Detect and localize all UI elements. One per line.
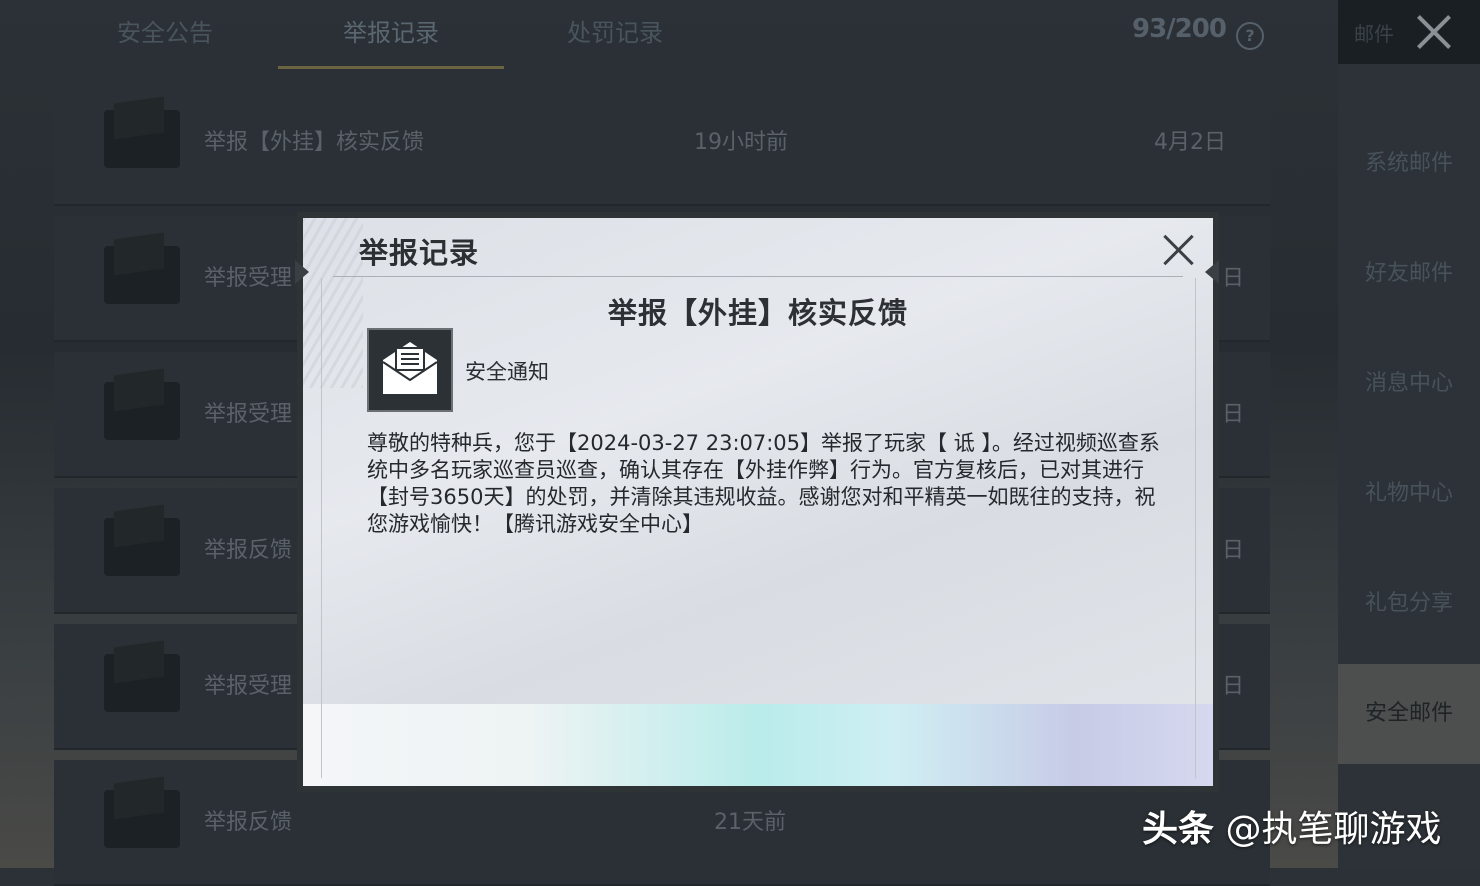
side-item-security-mail[interactable]: 安全邮件 <box>1338 664 1480 764</box>
tab-report-records[interactable]: 举报记录 <box>278 0 504 69</box>
message-subject: 举报【外挂】核实反馈 <box>607 296 908 330</box>
envelope-icon <box>104 382 180 440</box>
envelope-icon <box>104 790 180 848</box>
list-item-date: 日 <box>1222 674 1245 699</box>
dialog-title: 举报记录 <box>359 236 480 270</box>
envelope-icon <box>104 246 180 304</box>
list-item-date: 4月2日 <box>1154 130 1226 155</box>
list-item-title: 举报受理 <box>204 674 293 699</box>
watermark: 头条 @执笔聊游戏 <box>1142 800 1441 852</box>
watermark-handle: @执笔聊游戏 <box>1225 809 1442 850</box>
side-item-friend-mail[interactable]: 好友邮件 <box>1338 224 1480 324</box>
list-item-title: 举报【外挂】核实反馈 <box>204 130 425 155</box>
side-item-gift-center[interactable]: 礼物中心 <box>1338 444 1480 544</box>
list-item-title: 举报受理 <box>204 266 293 291</box>
corner-ornament <box>1205 260 1219 284</box>
divider <box>1195 278 1196 778</box>
list-item-title: 举报反馈 <box>204 810 293 835</box>
side-nav: 系统邮件 好友邮件 消息中心 礼物中心 礼包分享 安全邮件 <box>1338 64 1480 868</box>
corner-ornament <box>295 260 309 284</box>
list-item-title: 举报受理 <box>204 402 293 427</box>
side-item-system-mail[interactable]: 系统邮件 <box>1338 114 1480 214</box>
envelope-icon <box>104 110 180 168</box>
close-icon[interactable] <box>1412 10 1456 54</box>
mail-counter: 93/200 <box>1132 14 1227 44</box>
tab-penalty-records[interactable]: 处罚记录 <box>510 0 720 66</box>
watermark-brand: 头条 <box>1142 809 1215 850</box>
list-item-title: 举报反馈 <box>204 538 293 563</box>
list-item-time: 19小时前 <box>694 130 788 155</box>
mail-header-label: 邮件 <box>1354 22 1394 46</box>
list-item-date: 日 <box>1222 266 1245 291</box>
envelope-icon <box>104 518 180 576</box>
mail-header: 邮件 <box>1338 0 1480 64</box>
list-item-date: 日 <box>1222 402 1245 427</box>
list-item-time: 21天前 <box>714 810 786 835</box>
side-item-message-center[interactable]: 消息中心 <box>1338 334 1480 434</box>
list-item-date: 日 <box>1222 538 1245 563</box>
envelope-icon <box>367 328 453 412</box>
envelope-icon <box>104 654 180 712</box>
dialog-panel: 举报记录 举报【外挂】核实反馈 安全通知 尊敬的特种兵，您于【2024-03-2… <box>303 218 1213 786</box>
side-item-gift-share[interactable]: 礼包分享 <box>1338 554 1480 654</box>
list-item[interactable]: 举报【外挂】核实反馈 19小时前 4月2日 <box>54 80 1270 206</box>
top-tab-bar: 安全公告 举报记录 处罚记录 <box>60 0 1270 70</box>
help-icon[interactable]: ? <box>1236 22 1264 50</box>
sender-name: 安全通知 <box>465 360 549 384</box>
message-body: 尊敬的特种兵，您于【2024-03-27 23:07:05】举报了玩家【 诋 】… <box>367 431 1160 536</box>
dialog-close-icon[interactable] <box>1159 230 1199 270</box>
report-record-dialog: 举报记录 举报【外挂】核实反馈 安全通知 尊敬的特种兵，您于【2024-03-2… <box>295 212 1219 792</box>
decorative-glow <box>303 704 1213 786</box>
divider <box>333 276 1183 277</box>
tab-security-announcement[interactable]: 安全公告 <box>60 0 270 66</box>
divider <box>321 278 322 778</box>
